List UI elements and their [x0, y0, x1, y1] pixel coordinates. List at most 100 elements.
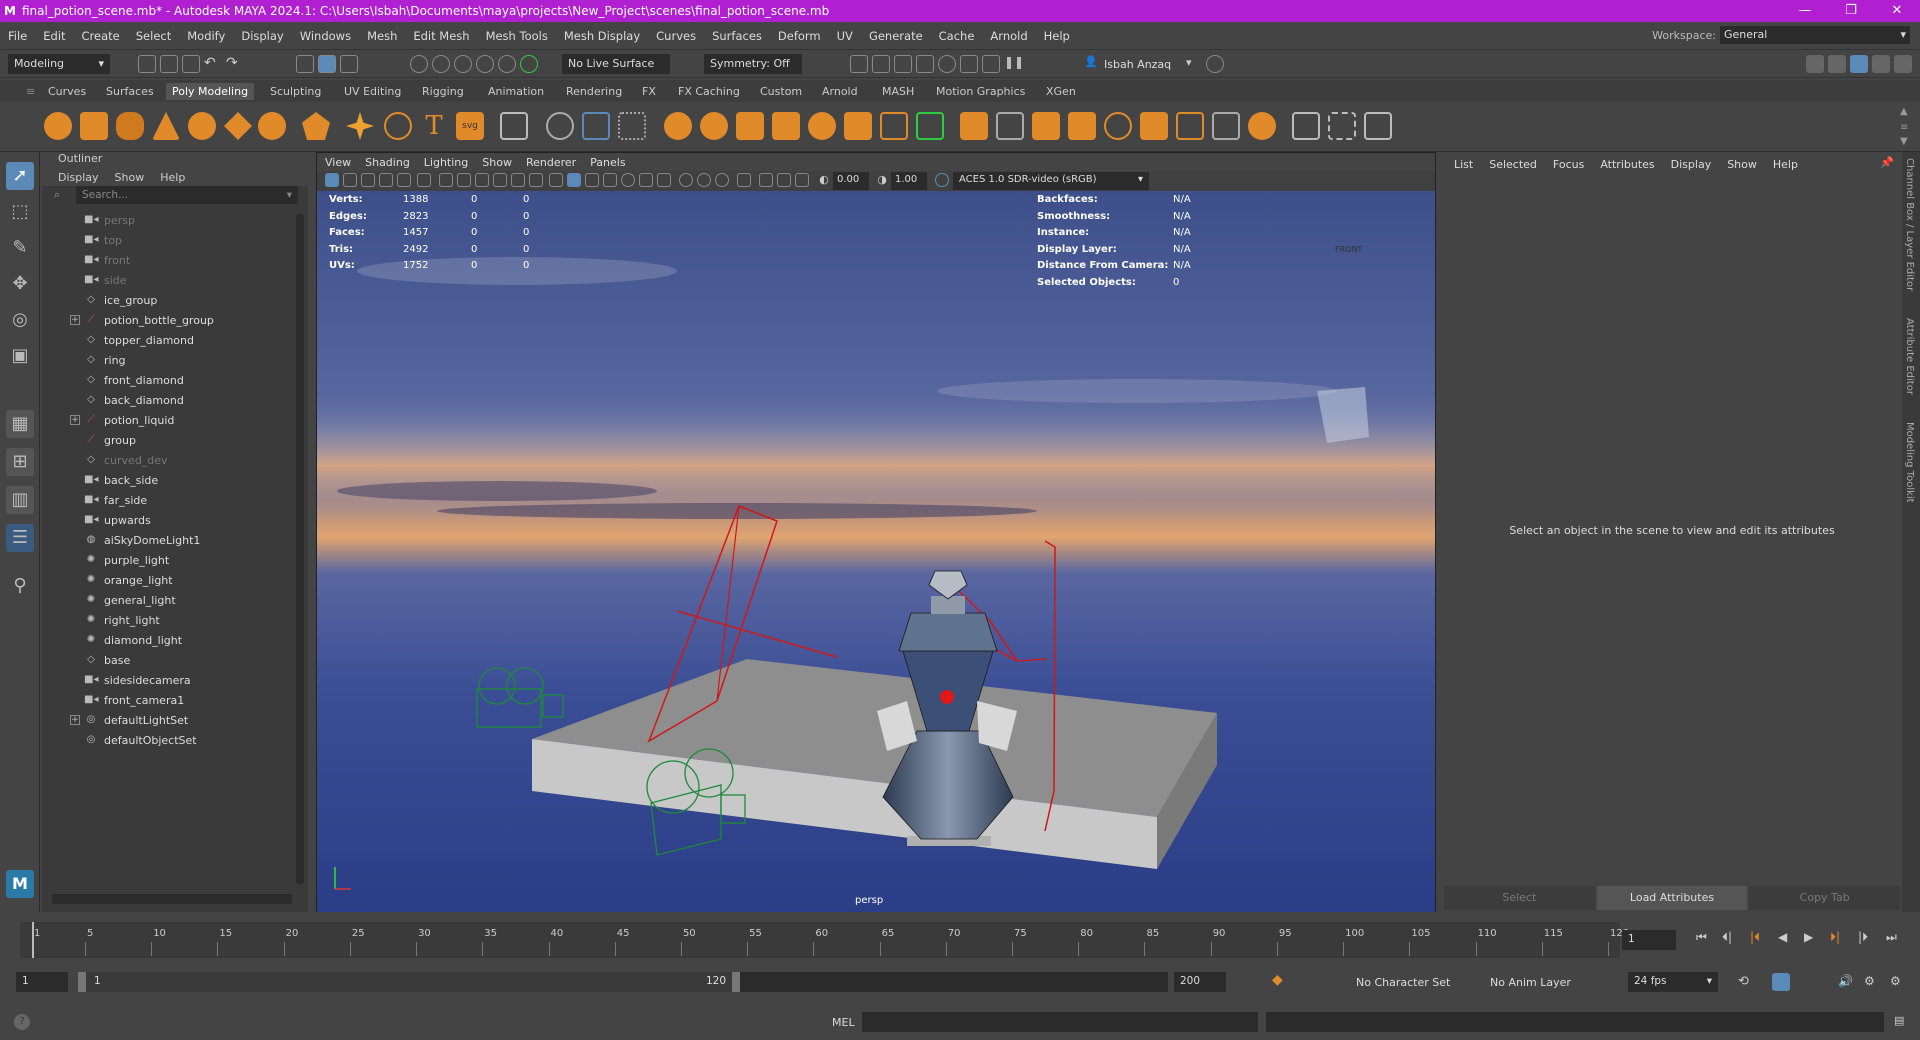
load-attributes-button[interactable]: Load Attributes [1596, 886, 1748, 910]
2d-pan-zoom-icon[interactable] [397, 173, 411, 187]
outliner-item-far-side[interactable]: ■◂ far_side [42, 490, 292, 510]
time-slider-track[interactable]: 1 5 10 15 20 25 30 35 40 45 50 55 60 65 70 75 80 85 90 95 10… [20, 922, 1629, 958]
outliner-item-base[interactable]: ◇ base [42, 650, 292, 670]
svg-tool-icon[interactable]: svg [456, 112, 484, 140]
outliner-item-right-light[interactable]: ✺ right_light [42, 610, 292, 630]
outliner-item-front[interactable]: ■◂ front [42, 250, 292, 270]
step-forward-frame-icon[interactable]: |⏵ [1858, 930, 1868, 945]
menu-create[interactable]: Create [74, 29, 128, 43]
grid-icon[interactable] [439, 173, 453, 187]
user-name[interactable]: Isbah Anzaq [1104, 58, 1171, 71]
shadows-icon[interactable] [639, 173, 653, 187]
shelf-tab-fx-caching[interactable]: FX Caching [672, 83, 746, 100]
menu-mesh-display[interactable]: Mesh Display [556, 29, 648, 43]
shelf-tab-xgen[interactable]: XGen [1040, 83, 1082, 100]
poly-cylinder-icon[interactable] [116, 112, 144, 140]
outliner-item-sidesidecamera[interactable]: ■◂ sidesidecamera [42, 670, 292, 690]
menu-modify[interactable]: Modify [179, 29, 233, 43]
outliner-item-upwards[interactable]: ■◂ upwards [42, 510, 292, 530]
maximize-button[interactable]: ❐ [1828, 0, 1874, 22]
xray-joints-icon[interactable] [795, 173, 809, 187]
channel-box-toggle-icon[interactable] [1850, 55, 1868, 73]
expand-icon[interactable]: + [70, 315, 80, 325]
duplicate-face-icon[interactable] [1176, 112, 1204, 140]
render-current-frame-icon[interactable] [872, 55, 890, 73]
select-hierarchy-icon[interactable] [296, 55, 314, 73]
hypershade-icon[interactable] [938, 55, 956, 73]
poly-cube-icon[interactable] [80, 112, 108, 140]
poly-plane-icon[interactable] [224, 112, 252, 140]
exposure-field[interactable]: 0.00 [833, 172, 869, 190]
cached-playback-icon[interactable] [1772, 973, 1790, 991]
menu-edit-mesh[interactable]: Edit Mesh [405, 29, 477, 43]
isolate-select-icon[interactable] [737, 173, 751, 187]
menu-arnold[interactable]: Arnold [982, 29, 1035, 43]
outliner-item-potion-bottle-group[interactable]: + ⟋ potion_bottle_group [42, 310, 292, 330]
shelf-tab-uv-editing[interactable]: UV Editing [338, 83, 407, 100]
filter-icon[interactable]: ⌕ [54, 188, 60, 202]
smooth-shade-icon[interactable] [567, 173, 581, 187]
poly-torus-icon[interactable] [188, 112, 216, 140]
outliner-item-back-side[interactable]: ■◂ back_side [42, 470, 292, 490]
current-frame-field[interactable]: 1 [1622, 930, 1676, 950]
shelf-tab-poly-modeling[interactable]: Poly Modeling [166, 83, 255, 100]
script-editor-icon[interactable]: ▤ [1894, 1014, 1904, 1027]
shelf-tab-curves[interactable]: Curves [42, 83, 92, 100]
grease-pencil-icon[interactable] [417, 173, 431, 187]
outliner-item-aiskydomelight1[interactable]: ◍ aiSkyDomeLight1 [42, 530, 292, 550]
textured-icon[interactable] [603, 173, 617, 187]
animation-start-field[interactable]: 1 [16, 972, 68, 992]
undo-icon[interactable]: ↶ [204, 55, 222, 73]
fps-dropdown[interactable]: 24 fps ▾ [1628, 972, 1718, 992]
panel-layout-icon[interactable] [1806, 55, 1824, 73]
shelf-menu-icon[interactable]: ≡ [20, 83, 41, 100]
outliner-hscrollbar[interactable] [52, 894, 292, 904]
play-backwards-icon[interactable]: ◀ [1778, 930, 1787, 944]
snap-surface-icon[interactable] [498, 55, 516, 73]
menu-display[interactable]: Display [233, 29, 291, 43]
viewport-menu-renderer[interactable]: Renderer [526, 156, 576, 169]
shelf-tab-sculpting[interactable]: Sculpting [264, 83, 327, 100]
select-object-icon[interactable] [318, 55, 336, 73]
menu-uv[interactable]: UV [829, 29, 861, 43]
outliner-item-orange-light[interactable]: ✺ orange_light [42, 570, 292, 590]
sweep-mesh-icon[interactable] [384, 112, 412, 140]
platonic-solids-icon[interactable] [302, 112, 330, 140]
outliner-item-group[interactable]: ⟋ group [42, 430, 292, 450]
outliner-item-purple-light[interactable]: ✺ purple_light [42, 550, 292, 570]
snap-point-icon[interactable] [454, 55, 472, 73]
arnold-ipr-icon[interactable] [982, 55, 1000, 73]
cb-menu-focus[interactable]: Focus [1553, 158, 1584, 171]
separate-icon[interactable] [582, 112, 610, 140]
shelf-scroll-down-icon[interactable]: ▼ [1900, 136, 1908, 147]
cb-menu-show[interactable]: Show [1727, 158, 1757, 171]
outliner-item-front-camera1[interactable]: ■◂ front_camera1 [42, 690, 292, 710]
outliner-item-defaultlightset[interactable]: + ◎ defaultLightSet [42, 710, 292, 730]
snap-view-plane-icon[interactable] [476, 55, 494, 73]
cb-menu-help[interactable]: Help [1773, 158, 1798, 171]
field-chart-icon[interactable] [511, 173, 525, 187]
outliner-layout-icon[interactable]: ☰ [6, 524, 34, 552]
wedge-icon[interactable] [1212, 112, 1240, 140]
shelf-tab-rendering[interactable]: Rendering [560, 83, 628, 100]
super-shape-icon[interactable] [346, 112, 374, 140]
render-view-icon[interactable] [850, 55, 868, 73]
outliner-menu-display[interactable]: Display [58, 171, 99, 184]
outliner-item-curved-dev[interactable]: ◇ curved_dev [42, 450, 292, 470]
menu-deform[interactable]: Deform [770, 29, 829, 43]
current-time-indicator[interactable] [32, 922, 34, 958]
arnold-render-view-icon[interactable] [960, 55, 978, 73]
anim-layer-dropdown[interactable]: No Anim Layer [1490, 976, 1571, 989]
xray-icon[interactable] [759, 173, 773, 187]
shelf-tab-motion-graphics[interactable]: Motion Graphics [930, 83, 1031, 100]
range-slider[interactable]: 1 120 [78, 972, 1168, 992]
menu-generate[interactable]: Generate [861, 29, 931, 43]
tool-settings-toggle-icon[interactable] [1894, 55, 1912, 73]
persp-graph-layout-icon[interactable]: ▥ [6, 486, 34, 514]
preferences-icon[interactable]: ⚙ [1864, 974, 1875, 988]
bridge-icon[interactable] [772, 112, 800, 140]
target-weld-icon[interactable] [960, 112, 988, 140]
outliner-item-ring[interactable]: ◇ ring [42, 350, 292, 370]
cb-menu-selected[interactable]: Selected [1489, 158, 1537, 171]
menu-mesh[interactable]: Mesh [359, 29, 405, 43]
